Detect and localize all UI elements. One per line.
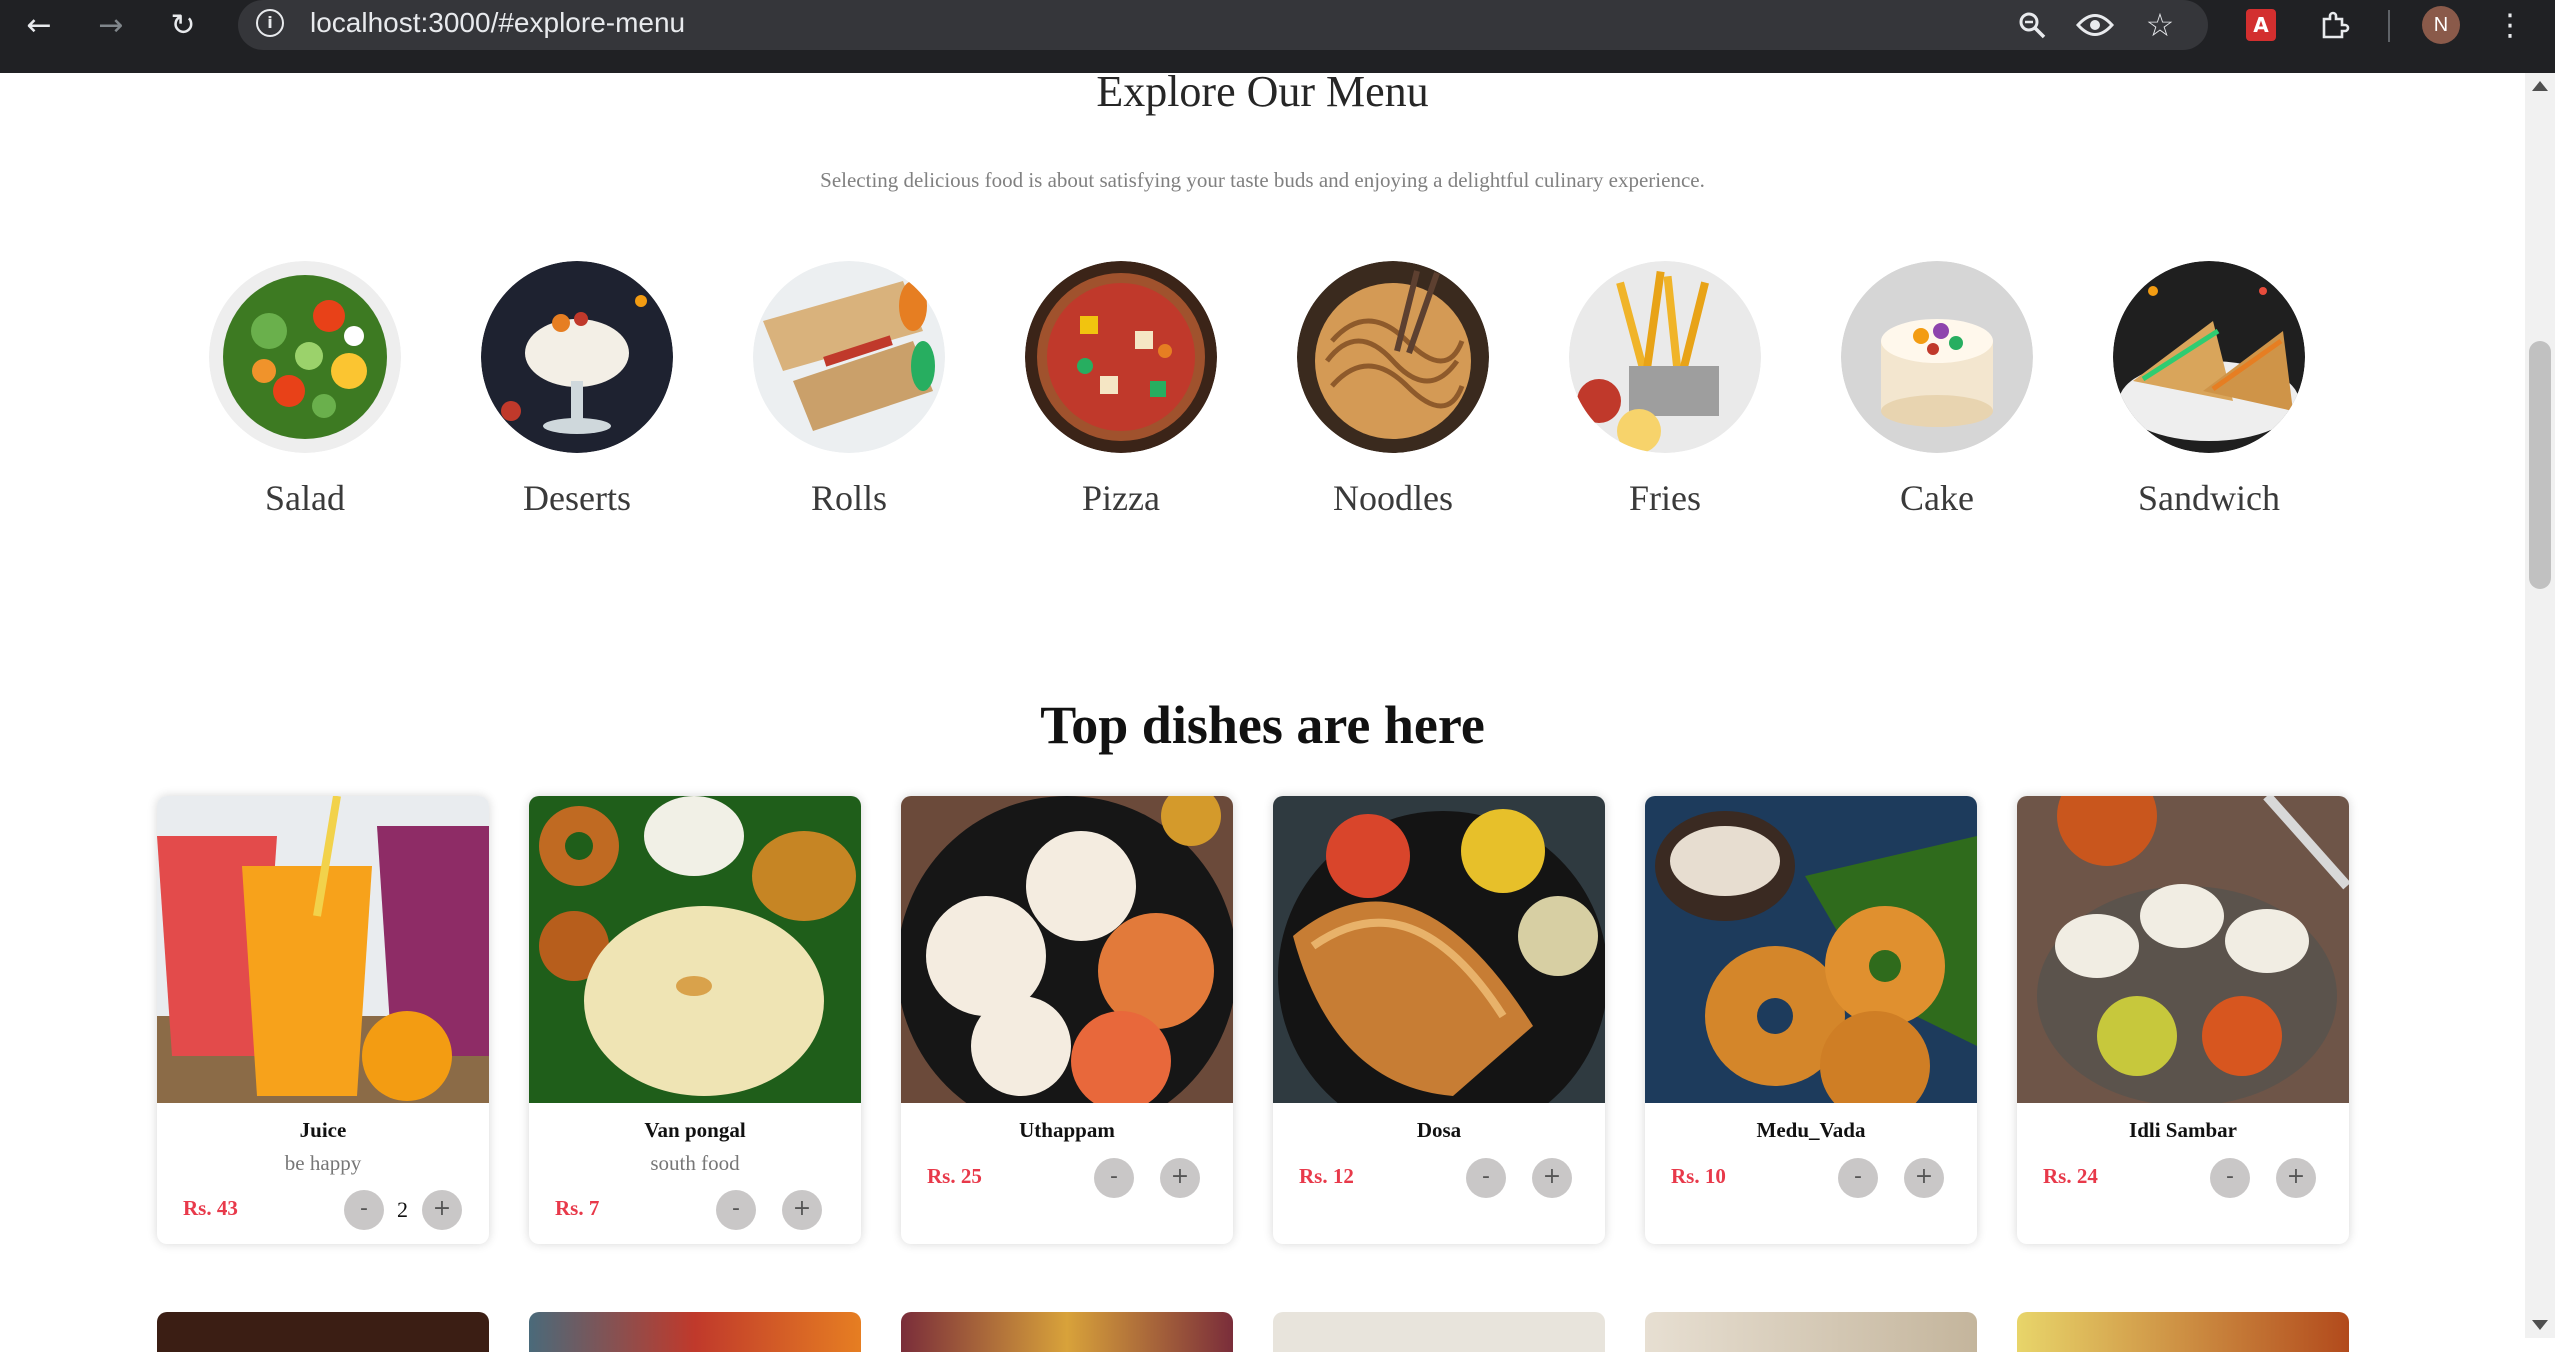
- dish-description: be happy: [284, 1151, 362, 1175]
- increase-quantity-button[interactable]: +: [2276, 1158, 2316, 1198]
- decrease-quantity-button[interactable]: -: [1466, 1158, 1506, 1198]
- top-dishes-title: Top dishes are here: [1040, 695, 1485, 755]
- extensions-puzzle-icon[interactable]: [2314, 0, 2354, 50]
- dish-name: Juice: [299, 1118, 347, 1142]
- dish-card-juice[interactable]: Juice be happy Rs. 43 - 2 +: [157, 796, 489, 1244]
- increase-quantity-button[interactable]: +: [1160, 1158, 1200, 1198]
- dish-price: Rs. 25: [927, 1164, 982, 1188]
- category-salad[interactable]: Salad: [205, 261, 405, 519]
- explore-menu-description: Selecting delicious food is about satisf…: [820, 168, 1705, 192]
- category-label: Cake: [1900, 478, 1974, 518]
- category-deserts[interactable]: Deserts: [477, 261, 677, 519]
- dish-description: south food: [650, 1151, 740, 1175]
- increase-quantity-button[interactable]: +: [1532, 1158, 1572, 1198]
- pdf-extension-label: A: [2246, 9, 2276, 41]
- increase-quantity-button[interactable]: +: [1904, 1158, 1944, 1198]
- dish-price: Rs. 43: [183, 1196, 238, 1220]
- category-pizza[interactable]: Pizza: [1021, 261, 1221, 519]
- category-label: Noodles: [1333, 478, 1453, 518]
- dish-card-partial[interactable]: [901, 1312, 1233, 1352]
- dish-name: Uthappam: [1019, 1118, 1115, 1142]
- dish-card-dosa[interactable]: Dosa Rs. 12 - +: [1273, 796, 1605, 1244]
- category-cake[interactable]: Cake: [1837, 261, 2037, 519]
- back-arrow-icon[interactable]: ←: [14, 0, 64, 50]
- medu-vada-image: [1645, 796, 1977, 1103]
- decrease-quantity-button[interactable]: -: [716, 1190, 756, 1230]
- scroll-up-arrow-icon[interactable]: [2532, 81, 2548, 91]
- profile-avatar[interactable]: N: [2419, 0, 2463, 50]
- more-menu-icon[interactable]: ⋮: [2495, 0, 2525, 50]
- dish-name: Van pongal: [644, 1118, 746, 1142]
- forward-arrow-icon[interactable]: →: [86, 0, 136, 50]
- decrease-quantity-button[interactable]: -: [2210, 1158, 2250, 1198]
- category-label: Fries: [1629, 478, 1701, 518]
- pizza-image: [1025, 261, 1217, 453]
- dish-name: Idli Sambar: [2129, 1118, 2237, 1142]
- page-scrollbar[interactable]: [2525, 73, 2555, 1338]
- van-pongal-image: [529, 796, 861, 1103]
- reload-icon[interactable]: ↻: [158, 0, 208, 50]
- dish-price: Rs. 12: [1299, 1164, 1354, 1188]
- category-sandwich[interactable]: Sandwich: [2109, 261, 2309, 519]
- dish-card-partial[interactable]: [1273, 1312, 1605, 1352]
- decrease-quantity-button[interactable]: -: [344, 1190, 384, 1230]
- dish-card-partial[interactable]: [157, 1312, 489, 1352]
- noodles-image: [1297, 261, 1489, 453]
- category-rolls[interactable]: Rolls: [749, 261, 949, 519]
- cake-image: [1841, 261, 2033, 453]
- uthappam-image: [901, 796, 1233, 1103]
- idli-sambar-image: [2017, 796, 2349, 1103]
- address-bar[interactable]: i localhost:3000/#explore-menu: [238, 0, 2208, 50]
- category-label: Sandwich: [2138, 478, 2280, 518]
- decrease-quantity-button[interactable]: -: [1838, 1158, 1878, 1198]
- dosa-image: [1273, 796, 1605, 1103]
- dish-card-van-pongal[interactable]: Van pongal south food Rs. 7 - +: [529, 796, 861, 1244]
- sandwich-image: [2113, 261, 2305, 453]
- category-label: Rolls: [810, 478, 888, 518]
- dish-card-medu-vada[interactable]: Medu_Vada Rs. 10 - +: [1645, 796, 1977, 1244]
- address-url[interactable]: localhost:3000/#explore-menu: [310, 7, 685, 39]
- dish-price: Rs. 7: [555, 1196, 600, 1220]
- dish-card-partial[interactable]: [529, 1312, 861, 1352]
- increase-quantity-button[interactable]: +: [782, 1190, 822, 1230]
- decrease-quantity-button[interactable]: -: [1094, 1158, 1134, 1198]
- dish-name: Medu_Vada: [1756, 1118, 1866, 1142]
- toolbar-divider: [2388, 10, 2390, 42]
- fries-image: [1569, 261, 1761, 453]
- category-noodles[interactable]: Noodles: [1293, 261, 1493, 519]
- zoom-icon[interactable]: [2012, 0, 2052, 50]
- pdf-extension-icon[interactable]: A: [2243, 0, 2279, 50]
- category-fries[interactable]: Fries: [1565, 261, 1765, 519]
- scroll-down-arrow-icon[interactable]: [2532, 1320, 2548, 1330]
- quantity-value: 2: [397, 1197, 408, 1222]
- dish-card-partial[interactable]: [1645, 1312, 1977, 1352]
- scroll-thumb[interactable]: [2529, 341, 2551, 589]
- salad-image: [209, 261, 401, 453]
- category-label: Salad: [265, 478, 345, 518]
- dish-card-partial[interactable]: [2017, 1312, 2349, 1352]
- bookmark-star-icon[interactable]: ☆: [2140, 0, 2180, 50]
- profile-initial: N: [2422, 6, 2460, 44]
- explore-menu-title: Explore Our Menu: [1096, 67, 1429, 116]
- deserts-image: [481, 261, 673, 453]
- juice-image: [157, 796, 489, 1103]
- browser-toolbar: ← → ↻ i localhost:3000/#explore-menu ☆ A…: [0, 0, 2555, 73]
- dish-name: Dosa: [1416, 1118, 1462, 1142]
- increase-quantity-button[interactable]: +: [422, 1190, 462, 1230]
- dish-card-idli-sambar[interactable]: Idli Sambar Rs. 24 - +: [2017, 796, 2349, 1244]
- rolls-image: [753, 261, 945, 453]
- dish-price: Rs. 24: [2043, 1164, 2098, 1188]
- dish-price: Rs. 10: [1671, 1164, 1726, 1188]
- dish-card-uthappam[interactable]: Uthappam Rs. 25 - +: [901, 796, 1233, 1244]
- site-info-icon[interactable]: i: [256, 9, 284, 37]
- category-label: Pizza: [1082, 478, 1160, 518]
- category-label: Deserts: [523, 478, 631, 518]
- eye-icon[interactable]: [2073, 0, 2117, 50]
